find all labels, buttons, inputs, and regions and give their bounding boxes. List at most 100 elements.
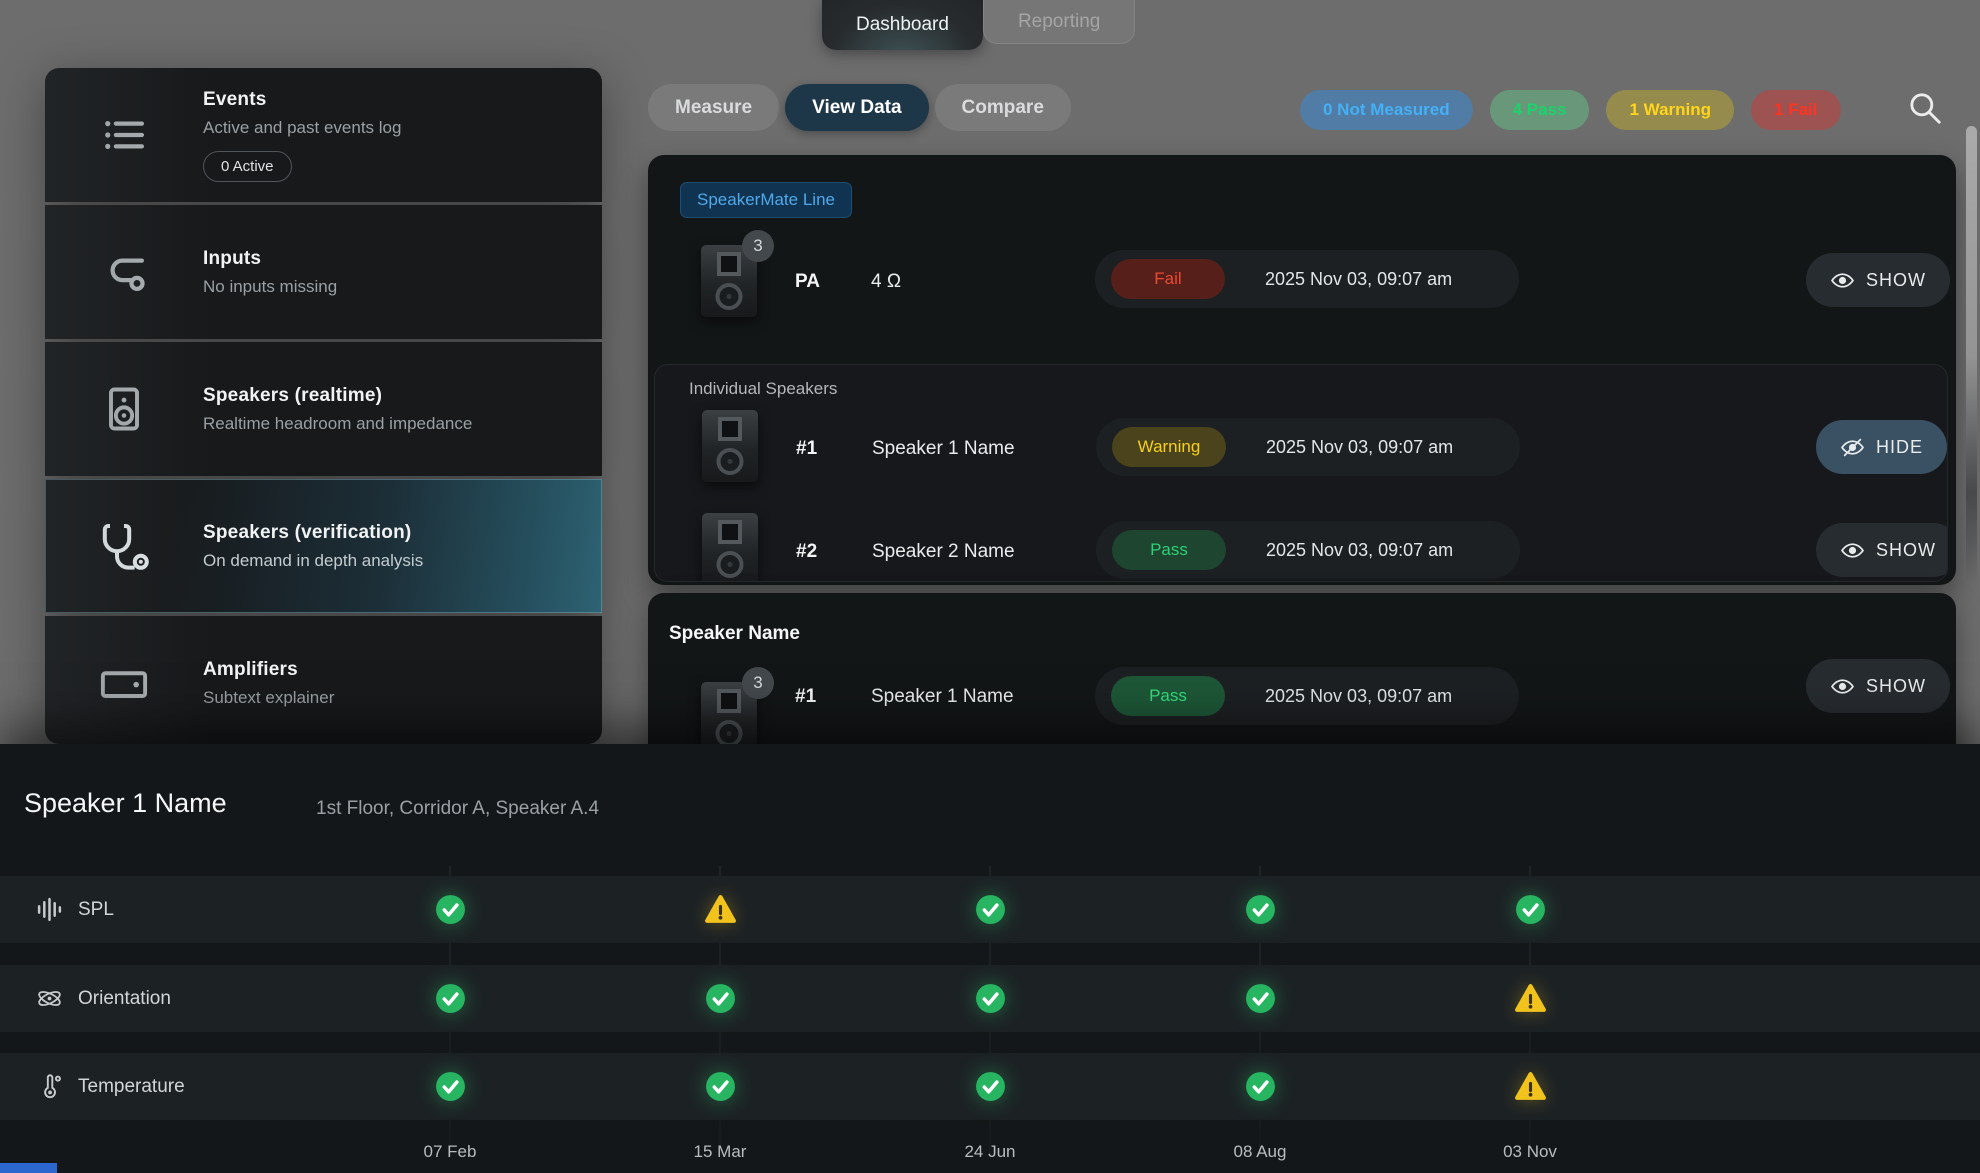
status-pass-icon <box>315 982 585 1015</box>
speaker-count-badge: 3 <box>742 230 774 262</box>
tab-dashboard-label: Dashboard <box>856 14 949 36</box>
status-pass-icon <box>855 893 1125 926</box>
show-label: SHOW <box>1866 676 1926 697</box>
top-tabbar: Dashboard Reporting <box>822 0 1135 50</box>
spl-icon <box>36 896 63 923</box>
individual-speakers-heading: Individual Speakers <box>689 379 837 399</box>
status-pass-icon <box>585 982 855 1015</box>
tab-reporting[interactable]: Reporting <box>983 0 1135 44</box>
date-label: 15 Mar <box>585 1142 855 1162</box>
status-pass-icon <box>585 1070 855 1103</box>
active-events-badge: 0 Active <box>203 151 292 182</box>
status-pass-icon <box>1125 1070 1395 1103</box>
compare-button[interactable]: Compare <box>935 84 1071 131</box>
sidebar-subtitle: Active and past events log <box>203 118 401 138</box>
filter-not-measured-label: 0 Not Measured <box>1323 100 1450 120</box>
status-badge-fail: Fail <box>1111 259 1225 299</box>
status-filters: 0 Not Measured 4 Pass 1 Warning 1 Fail <box>1300 90 1841 130</box>
sidebar-title: Speakers (realtime) <box>203 385 472 407</box>
filter-pass[interactable]: 4 Pass <box>1490 90 1590 130</box>
pa-show-button[interactable]: SHOW <box>1806 253 1950 307</box>
date-label: 03 Nov <box>1395 1142 1665 1162</box>
sidebar-item-speakers-realtime[interactable]: Speakers (realtime) Realtime headroom an… <box>45 342 602 476</box>
speaker-number: #2 <box>796 541 817 563</box>
tab-dashboard[interactable]: Dashboard <box>822 0 983 50</box>
sidebar: Events Active and past events log 0 Acti… <box>45 68 602 744</box>
sidebar-title: Inputs <box>203 248 337 270</box>
sidebar-subtitle: No inputs missing <box>203 277 337 297</box>
eye-icon <box>1830 268 1855 293</box>
filter-pass-label: 4 Pass <box>1513 100 1567 120</box>
status-badge-pass: Pass <box>1112 530 1226 570</box>
speaker-panel-heading: Speaker Name <box>669 623 800 645</box>
show-label: SHOW <box>1866 270 1926 291</box>
line-name-badge[interactable]: SpeakerMate Line <box>680 182 852 218</box>
cable-icon <box>45 246 203 298</box>
speaker2-show-button[interactable]: SHOW <box>1816 523 1948 577</box>
filter-fail[interactable]: 1 Fail <box>1751 90 1840 130</box>
filter-warning[interactable]: 1 Warning <box>1606 90 1734 130</box>
view-data-button[interactable]: View Data <box>785 84 928 131</box>
metric-row-spl: SPL <box>0 876 1980 943</box>
measure-label: Measure <box>675 97 752 119</box>
search-icon[interactable] <box>1906 89 1948 131</box>
status-pass-icon <box>315 1070 585 1103</box>
status-pass-icon <box>1125 893 1395 926</box>
speaker-show-button[interactable]: SHOW <box>1806 659 1950 713</box>
status-pass-icon <box>315 893 585 926</box>
date-label: 08 Aug <box>1125 1142 1395 1162</box>
filter-not-measured[interactable]: 0 Not Measured <box>1300 90 1473 130</box>
status-pass-icon <box>1125 982 1395 1015</box>
speaker-name: Speaker 1 Name <box>871 686 1014 708</box>
status-badge-warning: Warning <box>1112 427 1226 467</box>
sidebar-item-amplifiers[interactable]: Amplifiers Subtext explainer <box>45 616 602 744</box>
orientation-icon <box>36 985 63 1012</box>
vertical-scrollbar[interactable] <box>1966 126 1977 584</box>
speakermate-line-panel: SpeakerMate Line 3 PA 4 Ω Fail 2025 Nov … <box>648 155 1956 585</box>
sidebar-subtitle: Subtext explainer <box>203 688 334 708</box>
sidebar-item-events[interactable]: Events Active and past events log 0 Acti… <box>45 68 602 202</box>
measure-button[interactable]: Measure <box>648 84 779 131</box>
view-mode-switch: Measure View Data Compare <box>648 84 1071 131</box>
metric-label-text: SPL <box>78 899 114 921</box>
speaker1-hide-button[interactable]: HIDE <box>1816 420 1947 474</box>
temperature-icon <box>36 1073 63 1100</box>
filter-fail-label: 1 Fail <box>1774 100 1817 120</box>
sidebar-item-speakers-verification[interactable]: Speakers (verification) On demand in dep… <box>45 479 602 613</box>
detail-title: Speaker 1 Name <box>24 788 227 819</box>
metric-row-orientation: Orientation <box>0 965 1980 1032</box>
eye-off-icon <box>1840 435 1865 460</box>
date-label: 24 Jun <box>855 1142 1125 1162</box>
status-pass-icon <box>855 982 1125 1015</box>
status-pass-icon <box>1395 893 1665 926</box>
hide-label: HIDE <box>1876 437 1923 458</box>
status-warning-icon <box>585 893 855 926</box>
eye-icon <box>1830 674 1855 699</box>
app-screen: Dashboard Reporting Events Active and pa… <box>0 0 1980 1173</box>
speaker-name: Speaker 2 Name <box>872 541 1015 563</box>
pa-impedance: 4 Ω <box>871 271 901 293</box>
pa-label: PA <box>795 271 820 293</box>
filter-warning-label: 1 Warning <box>1629 100 1711 120</box>
speaker-status-strip: Pass 2025 Nov 03, 09:07 am <box>1096 521 1520 579</box>
measurement-timestamp: 2025 Nov 03, 09:07 am <box>1266 437 1453 458</box>
status-warning-icon <box>1395 982 1665 1015</box>
speaker-thumbnail <box>702 513 758 582</box>
individual-speakers-panel: Individual Speakers #1 Speaker 1 Name Wa… <box>654 364 1948 582</box>
measurement-timestamp: 2025 Nov 03, 09:07 am <box>1265 686 1452 707</box>
speaker-name: Speaker 1 Name <box>872 438 1015 460</box>
measurement-timestamp: 2025 Nov 03, 09:07 am <box>1265 269 1452 290</box>
sidebar-item-inputs[interactable]: Inputs No inputs missing <box>45 205 602 339</box>
metric-label-text: Orientation <box>78 988 171 1010</box>
detail-location: 1st Floor, Corridor A, Speaker A.4 <box>316 798 599 820</box>
status-warning-icon <box>1395 1070 1665 1103</box>
show-label: SHOW <box>1876 540 1936 561</box>
sidebar-title: Amplifiers <box>203 659 334 681</box>
pa-status-strip: Fail 2025 Nov 03, 09:07 am <box>1095 250 1519 308</box>
status-badge-pass: Pass <box>1111 676 1225 716</box>
metric-row-temperature: Temperature <box>0 1053 1980 1120</box>
sidebar-subtitle: On demand in depth analysis <box>203 551 423 571</box>
sidebar-title: Events <box>203 89 401 111</box>
stethoscope-icon <box>45 520 203 572</box>
status-pass-icon <box>855 1070 1125 1103</box>
